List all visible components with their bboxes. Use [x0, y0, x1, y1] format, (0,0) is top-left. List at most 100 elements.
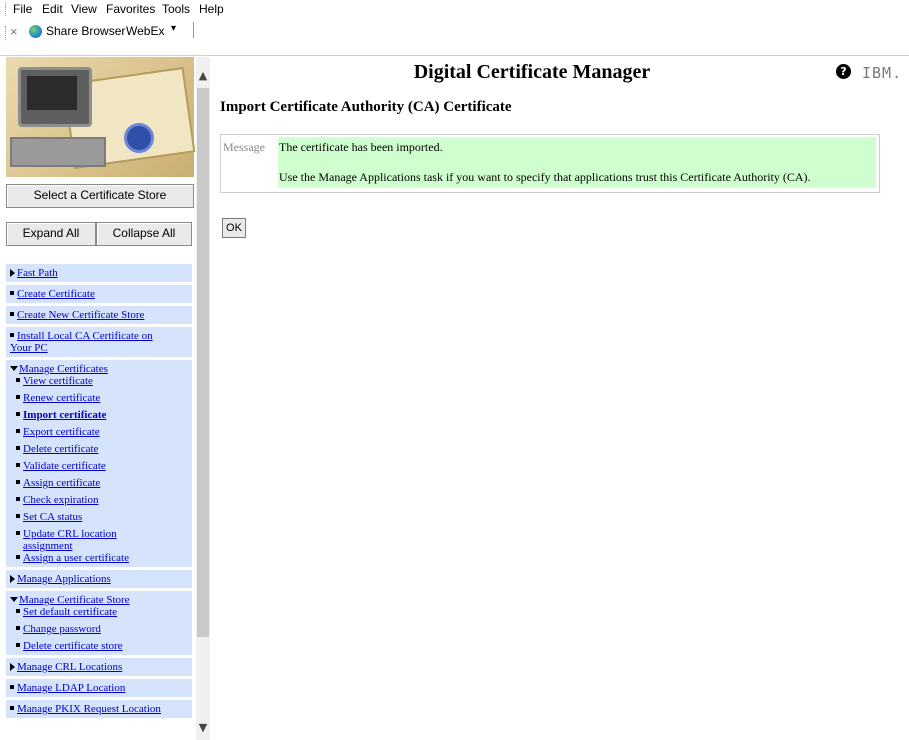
sub-import-certificate[interactable]: Import certificate: [16, 409, 188, 421]
webex-button[interactable]: WebEx: [126, 24, 164, 38]
sub-link[interactable]: Update CRL location: [23, 528, 117, 540]
sub-assign-user-certificate[interactable]: Assign a user certificate: [16, 552, 188, 564]
nav-link[interactable]: Manage LDAP Location: [17, 682, 125, 694]
nav-create-certificate[interactable]: Create Certificate: [6, 285, 192, 306]
nav-link[interactable]: Manage Certificates: [19, 363, 108, 375]
nav-link[interactable]: Manage Applications: [17, 573, 111, 585]
message-label: Message: [223, 140, 265, 154]
expand-arrow-icon: [10, 575, 15, 583]
bullet-icon: [16, 395, 20, 399]
nav-create-new-store[interactable]: Create New Certificate Store: [6, 306, 192, 327]
nav-fast-path[interactable]: Fast Path: [6, 264, 192, 285]
menu-tools[interactable]: Tools: [162, 2, 190, 16]
sub-link[interactable]: Export certificate: [23, 426, 100, 438]
sub-renew-certificate[interactable]: Renew certificate: [16, 392, 188, 404]
nav-scrollbar[interactable]: ▲ ▼: [196, 57, 210, 740]
section-heading: Import Certificate Authority (CA) Certif…: [220, 99, 512, 115]
ok-button[interactable]: OK: [222, 218, 246, 238]
nav-manage-crl-locations[interactable]: Manage CRL Locations: [6, 658, 192, 679]
chevron-down-icon[interactable]: ▾: [171, 23, 176, 34]
share-browser-button[interactable]: Share Browser: [46, 24, 125, 38]
manage-certificates-submenu: View certificate Renew certificate Impor…: [10, 375, 188, 564]
scrollbar-thumb[interactable]: [197, 88, 209, 637]
help-icon[interactable]: ?: [836, 64, 851, 79]
message-box: Message The certificate has been importe…: [220, 134, 880, 193]
nav-link-line1[interactable]: Install Local CA Certificate on: [17, 330, 153, 342]
sub-link[interactable]: Validate certificate: [23, 460, 106, 472]
chrome-divider: [0, 55, 909, 56]
sub-validate-certificate[interactable]: Validate certificate: [16, 460, 188, 472]
sub-link-line2[interactable]: assignment: [23, 540, 73, 552]
sub-set-ca-status[interactable]: Set CA status: [16, 511, 188, 523]
nav-link[interactable]: Manage CRL Locations: [17, 661, 122, 673]
bullet-icon: [16, 609, 20, 613]
expand-arrow-icon: [10, 269, 15, 277]
collapse-arrow-icon[interactable]: [10, 597, 18, 602]
select-certificate-store-button[interactable]: Select a Certificate Store: [6, 184, 194, 208]
sub-check-expiration[interactable]: Check expiration: [16, 494, 188, 506]
nav-manage-applications[interactable]: Manage Applications: [6, 570, 192, 591]
sub-link[interactable]: Assign certificate: [23, 477, 100, 489]
sub-set-default-certificate[interactable]: Set default certificate: [16, 606, 188, 618]
bullet-icon: [10, 291, 14, 295]
certificate-banner-image: [6, 57, 196, 177]
sub-assign-certificate[interactable]: Assign certificate: [16, 477, 188, 489]
manage-store-submenu: Set default certificate Change password …: [10, 606, 188, 652]
bullet-icon: [16, 429, 20, 433]
nav-link[interactable]: Manage PKIX Request Location: [17, 703, 161, 715]
nav-link[interactable]: Fast Path: [17, 267, 58, 279]
nav-link[interactable]: Create New Certificate Store: [17, 309, 144, 321]
nav-install-local-ca[interactable]: Install Local CA Certificate on Your PC: [6, 327, 192, 360]
sub-export-certificate[interactable]: Export certificate: [16, 426, 188, 438]
toolbar-grip: [5, 26, 8, 40]
page-title: Digital Certificate Manager: [413, 61, 651, 83]
message-line-1: The certificate has been imported.: [279, 140, 443, 154]
task-navigation: Fast Path Create Certificate Create New …: [6, 264, 192, 721]
bullet-icon: [16, 514, 20, 518]
bullet-icon: [16, 555, 20, 559]
content-frame: Digital Certificate Manager ? IBM. Impor…: [212, 57, 909, 740]
sub-update-crl-location[interactable]: Update CRL location assignment: [16, 528, 188, 552]
sub-change-password[interactable]: Change password: [16, 623, 188, 635]
sub-link[interactable]: Set CA status: [23, 511, 82, 523]
nav-link-line2[interactable]: Your PC: [10, 342, 48, 354]
expand-all-button[interactable]: Expand All: [6, 222, 96, 246]
message-line-2: Use the Manage Applications task if you …: [279, 170, 811, 184]
menu-help[interactable]: Help: [199, 2, 224, 16]
menu-edit[interactable]: Edit: [42, 2, 63, 16]
nav-link[interactable]: Manage Certificate Store: [19, 594, 130, 606]
scroll-down-icon[interactable]: ▼: [198, 721, 208, 735]
nav-link[interactable]: Create Certificate: [17, 288, 95, 300]
sub-link[interactable]: Renew certificate: [23, 392, 100, 404]
sub-link[interactable]: Delete certificate: [23, 443, 98, 455]
nav-manage-certificate-store: Manage Certificate Store Set default cer…: [6, 591, 192, 658]
sub-link[interactable]: Change password: [23, 623, 101, 635]
menu-file[interactable]: File: [13, 2, 32, 16]
sub-link[interactable]: Check expiration: [23, 494, 98, 506]
close-icon[interactable]: ×: [10, 24, 18, 39]
bullet-icon: [10, 706, 14, 710]
sub-delete-certificate-store[interactable]: Delete certificate store: [16, 640, 188, 652]
nav-manage-ldap-location[interactable]: Manage LDAP Location: [6, 679, 192, 700]
collapse-arrow-icon[interactable]: [10, 366, 18, 371]
scroll-up-icon[interactable]: ▲: [198, 69, 208, 83]
sub-link[interactable]: View certificate: [23, 375, 93, 387]
sub-link[interactable]: Assign a user certificate: [23, 552, 129, 564]
sub-link[interactable]: Set default certificate: [23, 606, 117, 618]
menu-view[interactable]: View: [71, 2, 97, 16]
computer-monitor-icon: [18, 67, 92, 127]
bullet-icon: [16, 446, 20, 450]
bullet-icon: [16, 626, 20, 630]
nav-manage-certificates: Manage Certificates View certificate Ren…: [6, 360, 192, 570]
navigation-frame: Select a Certificate Store Expand All Co…: [0, 57, 212, 740]
sub-view-certificate[interactable]: View certificate: [16, 375, 188, 387]
bullet-icon: [10, 312, 14, 316]
collapse-all-button[interactable]: Collapse All: [96, 222, 192, 246]
nav-manage-pkix-location[interactable]: Manage PKIX Request Location: [6, 700, 192, 721]
computer-base: [10, 137, 106, 167]
menu-favorites[interactable]: Favorites: [106, 2, 155, 16]
sub-link[interactable]: Delete certificate store: [23, 640, 123, 652]
bullet-icon: [16, 378, 20, 382]
sub-link-current[interactable]: Import certificate: [23, 409, 106, 421]
sub-delete-certificate[interactable]: Delete certificate: [16, 443, 188, 455]
